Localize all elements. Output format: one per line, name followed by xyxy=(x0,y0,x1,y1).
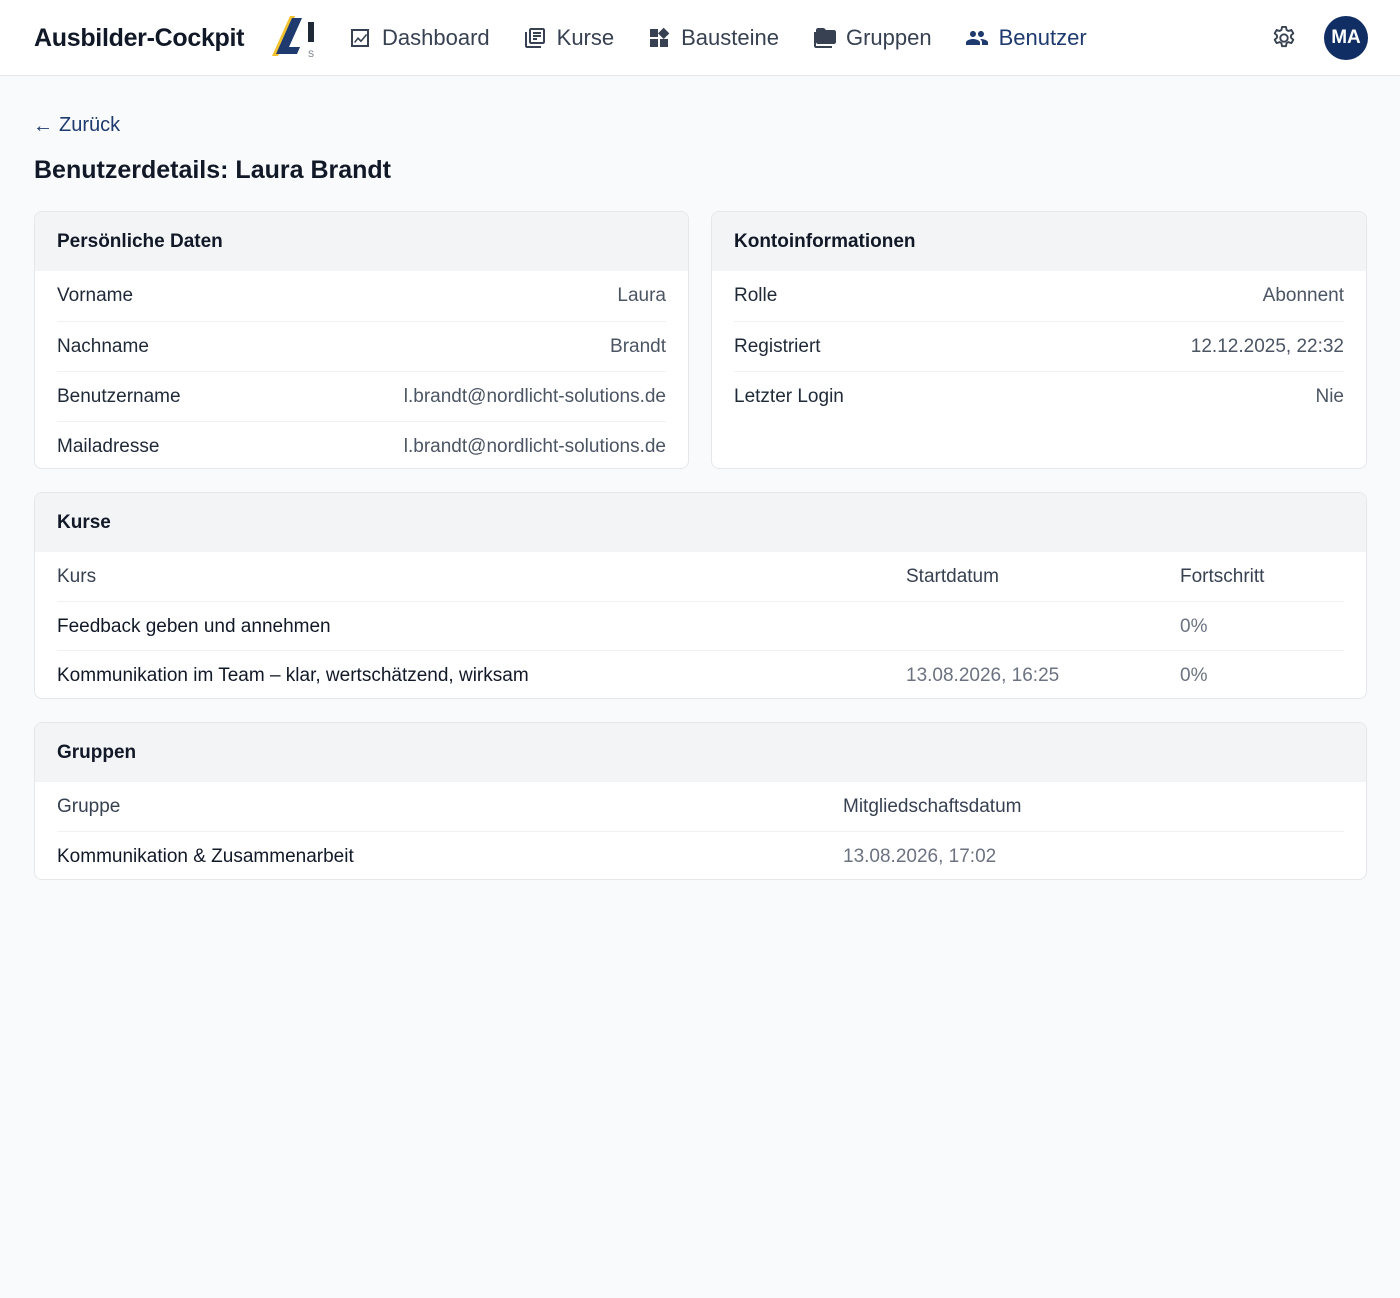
back-label: Zurück xyxy=(59,114,121,136)
back-link[interactable]: ← Zurück xyxy=(33,114,120,137)
membership-date: 13.08.2026, 17:02 xyxy=(843,845,997,867)
field-label: Nachname xyxy=(57,335,149,357)
top-navigation-bar: Ausbilder-Cockpit S Dashboard Kurse Baus… xyxy=(0,0,1400,76)
field-value: Brandt xyxy=(610,335,666,357)
column-header-kurs: Kurs xyxy=(57,565,97,587)
group-name: Kommunikation & Zusammenarbeit xyxy=(57,845,354,867)
field-label: Mailadresse xyxy=(57,435,160,457)
avatar[interactable]: MA xyxy=(1324,16,1368,60)
field-row-letzter-login: Letzter Login Nie xyxy=(734,371,1344,421)
table-row[interactable]: Kommunikation im Team – klar, wertschätz… xyxy=(57,650,1344,698)
svg-text:S: S xyxy=(308,49,314,59)
account-info-title: Kontoinformationen xyxy=(712,212,1366,271)
course-name: Kommunikation im Team – klar, wertschätz… xyxy=(57,664,529,686)
nav-item-benutzer[interactable]: Benutzer xyxy=(965,18,1087,58)
column-header-fortschritt: Fortschritt xyxy=(1180,565,1265,587)
courses-table-header: Kurs Startdatum Fortschritt xyxy=(57,552,1344,601)
app-brand[interactable]: Ausbilder-Cockpit xyxy=(34,22,245,54)
field-value: Abonnent xyxy=(1262,285,1344,306)
nav-item-dashboard[interactable]: Dashboard xyxy=(348,18,490,58)
field-row-vorname: Vorname Laura xyxy=(57,271,666,321)
nav-item-bausteine[interactable]: Bausteine xyxy=(647,18,779,58)
company-logo: S xyxy=(272,16,314,59)
field-value: l.brandt@nordlicht-solutions.de xyxy=(403,435,666,457)
nav-label-kurse: Kurse xyxy=(556,25,615,50)
field-row-mailadresse: Mailadresse l.brandt@nordlicht-solutions… xyxy=(57,421,666,468)
account-info-card: Kontoinformationen Rolle Abonnent Regist… xyxy=(711,211,1367,469)
people-icon xyxy=(965,31,988,45)
course-start-date: 13.08.2026, 16:25 xyxy=(906,664,1060,686)
column-header-mitgliedschaftsdatum: Mitgliedschaftsdatum xyxy=(843,795,1022,817)
nav-label-bausteine: Bausteine xyxy=(681,25,779,50)
table-row[interactable]: Feedback geben und annehmen 0% xyxy=(57,601,1344,650)
field-value: 12.12.2025, 22:32 xyxy=(1190,335,1344,357)
column-header-startdatum: Startdatum xyxy=(906,565,999,587)
course-progress: 0% xyxy=(1180,615,1208,637)
groups-card: Gruppen Gruppe Mitgliedschaftsdatum Komm… xyxy=(34,722,1367,880)
field-row-rolle: Rolle Abonnent xyxy=(734,271,1344,321)
courses-title: Kurse xyxy=(35,493,1366,552)
widgets-icon xyxy=(650,27,670,47)
field-value: Nie xyxy=(1315,385,1344,407)
nav-label-dashboard: Dashboard xyxy=(382,25,490,50)
nav-label-benutzer: Benutzer xyxy=(998,25,1087,50)
field-label: Registriert xyxy=(734,335,821,357)
field-row-benutzername: Benutzername l.brandt@nordlicht-solution… xyxy=(57,371,666,421)
column-header-gruppe: Gruppe xyxy=(57,795,121,817)
field-row-registriert: Registriert 12.12.2025, 22:32 xyxy=(734,321,1344,371)
arrow-left-icon: ← xyxy=(33,114,53,137)
groups-title: Gruppen xyxy=(35,723,1366,782)
field-label: Rolle xyxy=(734,285,778,306)
course-progress: 0% xyxy=(1180,664,1208,686)
field-value: l.brandt@nordlicht-solutions.de xyxy=(403,385,666,407)
page-title: Benutzerdetails: Laura Brandt xyxy=(34,156,392,184)
gear-icon[interactable] xyxy=(1270,24,1298,52)
courses-card: Kurse Kurs Startdatum Fortschritt Feedba… xyxy=(34,492,1367,699)
course-name: Feedback geben und annehmen xyxy=(57,615,331,637)
nav-item-gruppen[interactable]: Gruppen xyxy=(812,18,932,58)
main-nav: Dashboard Kurse Bausteine Gruppen Benutz… xyxy=(348,18,1120,58)
personal-data-card: Persönliche Daten Vorname Laura Nachname… xyxy=(34,211,689,469)
field-label: Letzter Login xyxy=(734,385,844,407)
field-label: Vorname xyxy=(57,285,134,306)
groups-table-header: Gruppe Mitgliedschaftsdatum xyxy=(57,782,1344,831)
nav-item-kurse[interactable]: Kurse xyxy=(523,18,614,58)
field-value: Laura xyxy=(617,285,666,306)
personal-data-title: Persönliche Daten xyxy=(35,212,688,271)
table-row[interactable]: Kommunikation & Zusammenarbeit 13.08.202… xyxy=(57,831,1344,879)
field-label: Benutzername xyxy=(57,385,181,407)
book-icon xyxy=(524,28,545,48)
nav-label-gruppen: Gruppen xyxy=(845,25,932,50)
field-row-nachname: Nachname Brandt xyxy=(57,321,666,371)
folder-icon xyxy=(813,28,836,48)
chart-icon xyxy=(351,29,369,47)
